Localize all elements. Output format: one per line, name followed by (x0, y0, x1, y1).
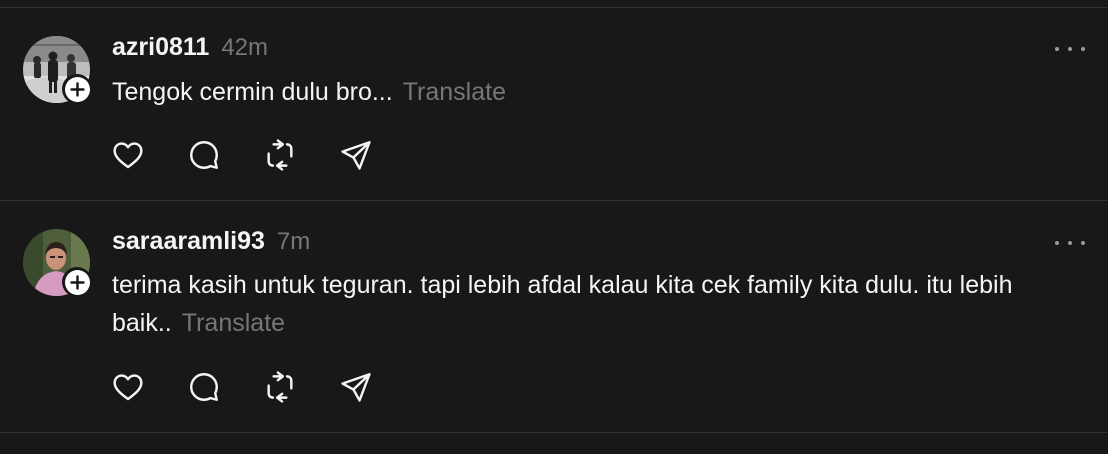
like-button[interactable] (110, 137, 146, 173)
reply-post: azri0811 42m Tengok cermin dulu bro... Tr… (0, 0, 1108, 200)
more-options-button[interactable] (1055, 236, 1085, 250)
plus-icon (64, 76, 90, 102)
avatar-container[interactable] (23, 36, 92, 104)
more-dot (1068, 241, 1072, 245)
plus-icon (64, 269, 90, 295)
comment-icon (190, 373, 218, 401)
username[interactable]: azri0811 (112, 33, 209, 62)
reply-button[interactable] (186, 137, 222, 173)
more-horizontal-icon (1055, 47, 1059, 51)
username[interactable]: saraaramli93 (112, 227, 265, 256)
follow-button[interactable] (62, 74, 92, 104)
post-header: azri0811 42m (112, 33, 268, 62)
reply-post: saraaramli93 7m terima kasih untuk tegur… (0, 201, 1108, 433)
heart-icon (113, 142, 143, 169)
share-button[interactable] (338, 137, 374, 173)
post-body: terima kasih untuk teguran. tapi lebih a… (112, 266, 1072, 342)
post-body: Tengok cermin dulu bro... Translate (112, 73, 1072, 111)
repost-button[interactable] (262, 369, 298, 405)
post-header: saraaramli93 7m (112, 227, 310, 256)
repost-icon (267, 139, 293, 171)
share-button[interactable] (338, 369, 374, 405)
timestamp: 7m (276, 228, 311, 255)
more-dot (1081, 47, 1085, 51)
post-text: Tengok cermin dulu bro... (112, 78, 393, 106)
heart-icon (113, 374, 143, 401)
repost-icon (267, 371, 293, 403)
more-dot (1068, 47, 1072, 51)
more-options-button[interactable] (1055, 42, 1085, 56)
translate-link[interactable]: Translate (403, 78, 506, 106)
like-button[interactable] (110, 369, 146, 405)
send-icon (341, 141, 371, 170)
action-bar (110, 369, 414, 405)
post-divider (0, 432, 1108, 433)
follow-button[interactable] (62, 267, 92, 297)
timestamp: 42m (221, 34, 269, 61)
action-bar (110, 137, 414, 173)
avatar-container[interactable] (23, 229, 92, 297)
reply-button[interactable] (186, 369, 222, 405)
translate-link[interactable]: Translate (182, 309, 285, 337)
more-horizontal-icon (1055, 241, 1059, 245)
comment-icon (190, 141, 218, 169)
send-icon (341, 373, 371, 402)
more-dot (1081, 241, 1085, 245)
repost-button[interactable] (262, 137, 298, 173)
